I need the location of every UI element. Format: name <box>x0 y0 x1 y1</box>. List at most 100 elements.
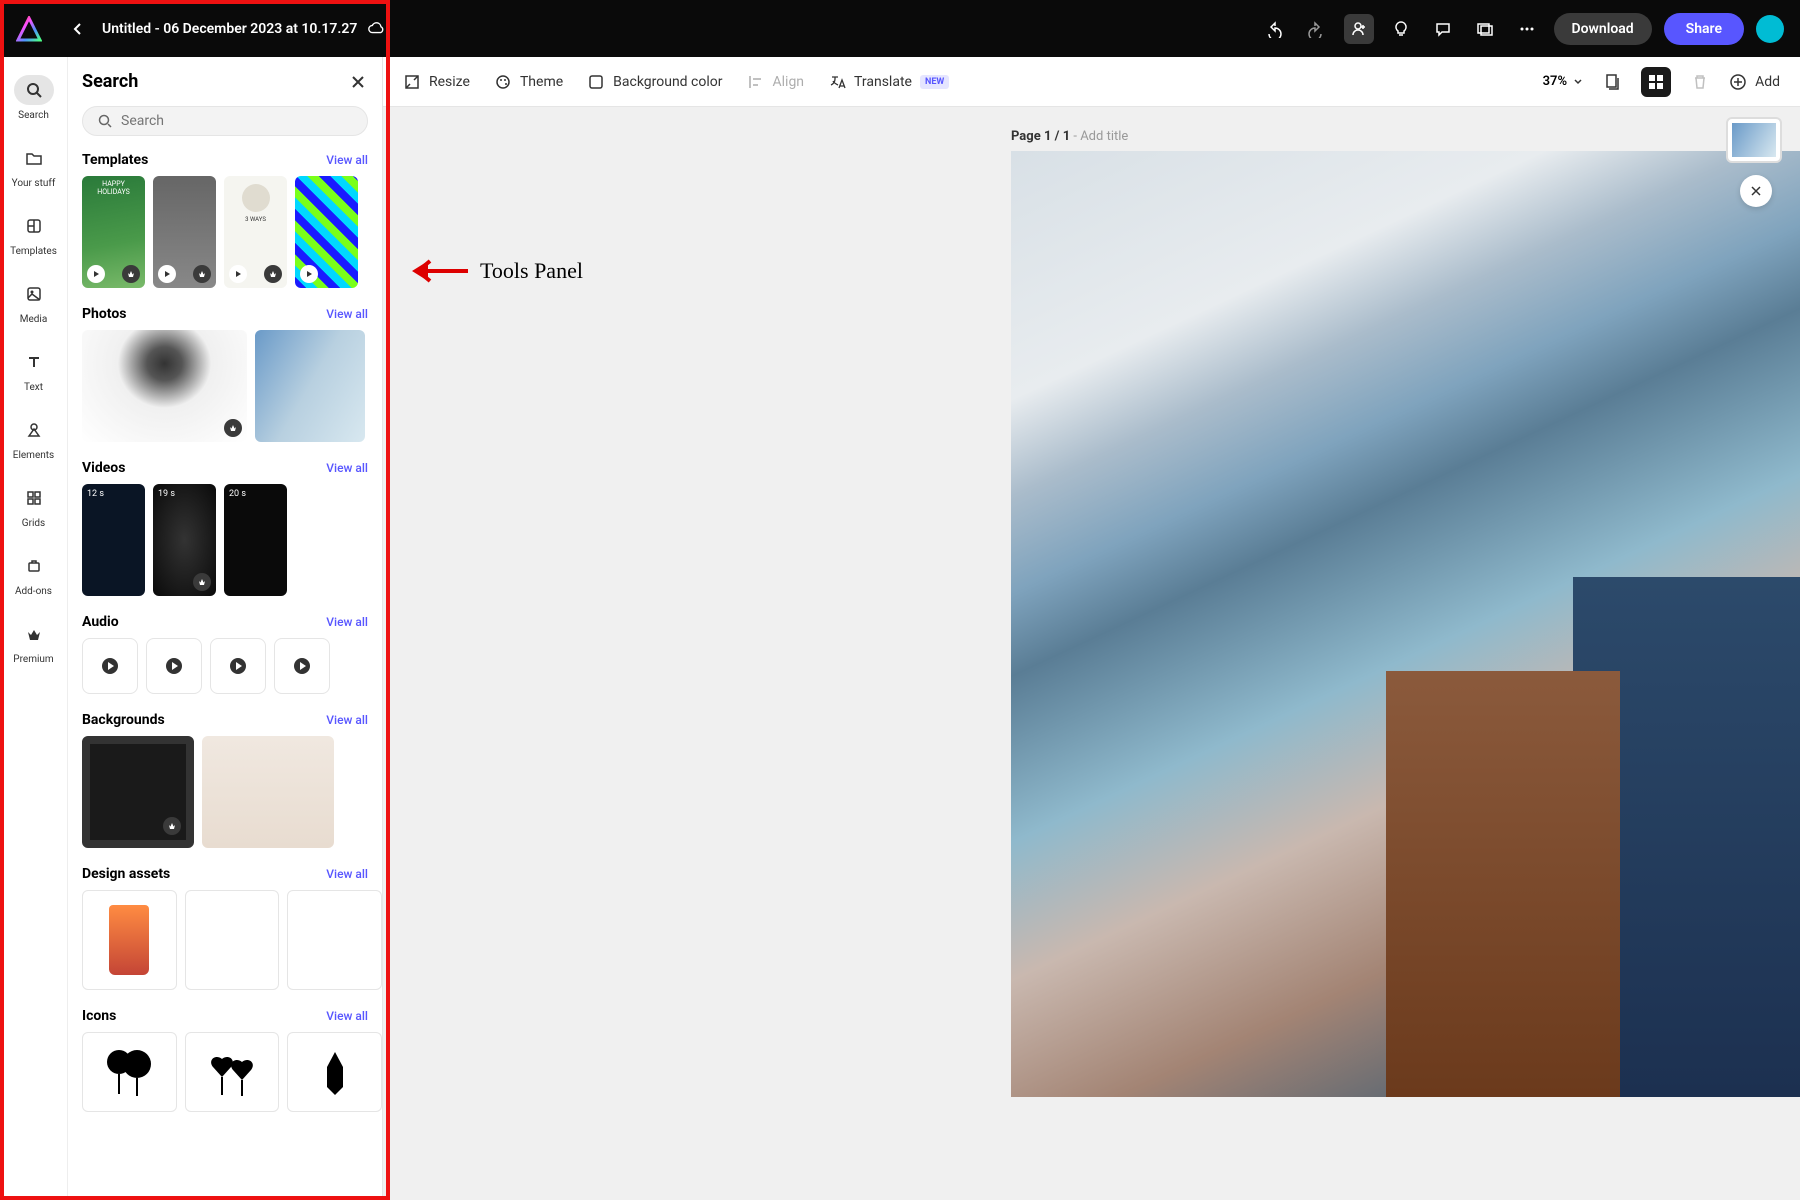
audio-view-all[interactable]: View all <box>326 615 368 629</box>
icon-thumbnail[interactable] <box>82 1032 177 1112</box>
document-title[interactable]: Untitled - 06 December 2023 at 10.17.27 <box>102 21 357 37</box>
lightbulb-icon[interactable] <box>1386 14 1416 44</box>
premium-icon <box>25 625 43 643</box>
premium-icon <box>122 265 140 283</box>
more-icon[interactable] <box>1512 14 1542 44</box>
play-icon <box>229 265 247 283</box>
rail-text[interactable]: Text <box>0 337 67 405</box>
icon-thumbnail[interactable] <box>185 1032 280 1112</box>
rail-templates[interactable]: Templates <box>0 201 67 269</box>
play-icon <box>300 265 318 283</box>
background-thumbnail[interactable] <box>202 736 334 848</box>
close-preview-button[interactable] <box>1740 175 1772 207</box>
design-asset-thumbnail[interactable] <box>185 890 280 990</box>
new-badge: NEW <box>920 75 949 89</box>
rail-addons[interactable]: Add-ons <box>0 541 67 609</box>
annotation-text: Tools Panel <box>480 258 583 284</box>
invite-button[interactable] <box>1344 14 1374 44</box>
play-icon <box>165 657 183 675</box>
canvas-image[interactable] <box>1011 151 1800 1097</box>
tools-rail: Search Your stuff Templates Media Text E… <box>0 57 68 1200</box>
translate-button[interactable]: TranslateNEW <box>828 73 949 91</box>
section-icons-title: Icons <box>82 1008 116 1024</box>
templates-view-all[interactable]: View all <box>326 153 368 167</box>
template-thumbnail[interactable] <box>295 176 358 288</box>
translate-icon <box>828 73 846 91</box>
download-button[interactable]: Download <box>1554 13 1652 45</box>
comment-icon[interactable] <box>1428 14 1458 44</box>
undo-button[interactable] <box>1260 14 1290 44</box>
resize-button[interactable]: Resize <box>403 73 470 91</box>
plus-circle-icon <box>1729 73 1747 91</box>
rail-premium[interactable]: Premium <box>0 609 67 677</box>
text-icon <box>25 353 43 371</box>
rail-media[interactable]: Media <box>0 269 67 337</box>
design-assets-view-all[interactable]: View all <box>326 867 368 881</box>
audio-thumbnail[interactable] <box>146 638 202 694</box>
photo-thumbnail[interactable] <box>255 330 365 442</box>
page-preview-thumbnail[interactable] <box>1726 117 1782 163</box>
rail-grids[interactable]: Grids <box>0 473 67 541</box>
resize-icon <box>403 73 421 91</box>
templates-icon <box>25 217 43 235</box>
template-thumbnail[interactable]: 3 WAYS <box>224 176 287 288</box>
grid-view-icon <box>1647 73 1665 91</box>
backgrounds-view-all[interactable]: View all <box>326 713 368 727</box>
palette-icon <box>494 73 512 91</box>
video-thumbnail[interactable]: 20 s <box>224 484 287 596</box>
video-thumbnail[interactable]: 12 s <box>82 484 145 596</box>
background-thumbnail[interactable] <box>82 736 194 848</box>
template-thumbnail[interactable] <box>153 176 216 288</box>
avatar[interactable] <box>1756 15 1784 43</box>
video-thumbnail[interactable]: 19 s <box>153 484 216 596</box>
pages-view-button[interactable] <box>1597 67 1627 97</box>
photos-view-all[interactable]: View all <box>326 307 368 321</box>
photo-thumbnail[interactable] <box>82 330 247 442</box>
premium-icon <box>193 573 211 591</box>
design-asset-thumbnail[interactable] <box>287 890 382 990</box>
premium-icon <box>163 817 181 835</box>
play-icon <box>293 657 311 675</box>
search-input-wrapper[interactable] <box>82 106 368 136</box>
audio-thumbnail[interactable] <box>82 638 138 694</box>
close-panel-button[interactable] <box>348 72 368 92</box>
grid-view-button[interactable] <box>1641 67 1671 97</box>
pages-icon <box>1603 73 1621 91</box>
rail-your-stuff[interactable]: Your stuff <box>0 133 67 201</box>
close-icon <box>1750 185 1762 197</box>
annotation: Tools Panel <box>410 258 583 284</box>
app-logo[interactable] <box>16 16 42 42</box>
balloons-icon <box>99 1042 159 1102</box>
shapes-icon <box>25 421 43 439</box>
delete-button[interactable] <box>1685 67 1715 97</box>
search-icon <box>25 81 43 99</box>
icons-view-all[interactable]: View all <box>326 1009 368 1023</box>
cloud-sync-icon[interactable] <box>367 20 385 38</box>
audio-thumbnail[interactable] <box>274 638 330 694</box>
align-icon <box>747 73 765 91</box>
canvas-area: Resize Theme Background color Align Tran… <box>383 57 1800 1200</box>
zoom-control[interactable]: 37% <box>1543 74 1583 89</box>
search-input[interactable] <box>121 113 353 129</box>
bgcolor-button[interactable]: Background color <box>587 73 722 91</box>
page-indicator[interactable]: Page 1 / 1 - Add title <box>1011 129 1128 144</box>
trash-icon <box>1691 73 1709 91</box>
redo-button[interactable] <box>1302 14 1332 44</box>
heart-balloons-icon <box>202 1042 262 1102</box>
share-button[interactable]: Share <box>1664 13 1744 45</box>
section-videos-title: Videos <box>82 460 125 476</box>
chevron-down-icon <box>1573 77 1583 87</box>
premium-icon <box>264 265 282 283</box>
theme-button[interactable]: Theme <box>494 73 563 91</box>
videos-view-all[interactable]: View all <box>326 461 368 475</box>
add-page-button[interactable]: Add <box>1729 73 1780 91</box>
back-button[interactable] <box>64 15 92 43</box>
grid-icon <box>25 489 43 507</box>
icon-thumbnail[interactable] <box>287 1032 382 1112</box>
design-asset-thumbnail[interactable] <box>82 890 177 990</box>
rail-search[interactable]: Search <box>0 65 67 133</box>
audio-thumbnail[interactable] <box>210 638 266 694</box>
template-thumbnail[interactable]: HAPPY HOLIDAYS <box>82 176 145 288</box>
present-icon[interactable] <box>1470 14 1500 44</box>
rail-elements[interactable]: Elements <box>0 405 67 473</box>
